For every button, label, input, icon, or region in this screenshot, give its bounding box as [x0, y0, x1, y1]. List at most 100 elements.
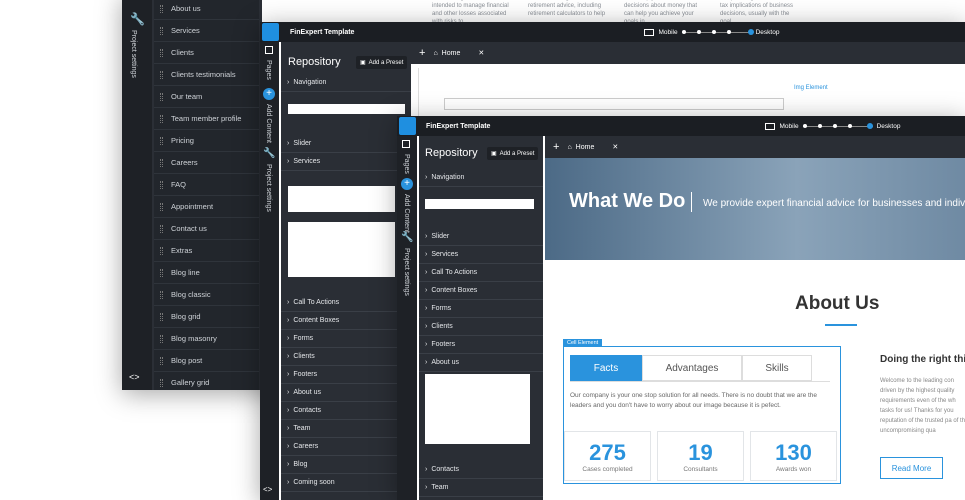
add-preset-button[interactable]: ▣ Add a Preset	[487, 147, 539, 160]
section-item[interactable]: › Footers	[419, 336, 543, 354]
img-element-label[interactable]: Img Element	[794, 85, 828, 91]
drag-handle-icon[interactable]	[160, 48, 163, 57]
navigation-thumbnail[interactable]	[288, 104, 405, 114]
page-list-item[interactable]: Careers	[154, 152, 259, 174]
section-item[interactable]: › Content Boxes	[419, 282, 543, 300]
page-list-item[interactable]: Blog classic	[154, 284, 259, 306]
wrench-icon[interactable]: 🔧	[130, 12, 145, 26]
code-icon[interactable]: <>	[263, 485, 272, 494]
page-list-item[interactable]: Blog post	[154, 350, 259, 372]
drag-handle-icon[interactable]	[160, 202, 163, 211]
rail-pages[interactable]: Pages	[265, 60, 272, 80]
page-list-item[interactable]: Clients testimonials	[154, 64, 259, 86]
drag-handle-icon[interactable]	[160, 158, 163, 167]
drag-handle-icon[interactable]	[160, 180, 163, 189]
drag-handle-icon[interactable]	[160, 246, 163, 255]
page-list-item[interactable]: Appointment	[154, 196, 259, 218]
cell-element-label[interactable]: Cell Element	[563, 339, 603, 347]
drag-handle-icon[interactable]	[160, 356, 163, 365]
section-item[interactable]: › Call To Actions	[281, 294, 411, 312]
rail-add-content[interactable]: Add Content	[265, 104, 272, 143]
page-list-item[interactable]: Services	[154, 20, 259, 42]
code-icon[interactable]: <>	[129, 372, 140, 382]
tab-facts[interactable]: Facts	[570, 355, 642, 381]
page-list-item[interactable]: Blog grid	[154, 306, 259, 328]
drag-handle-icon[interactable]	[160, 4, 163, 13]
section-item[interactable]: › Forms	[281, 330, 411, 348]
drag-handle-icon[interactable]	[160, 224, 163, 233]
page-list-item[interactable]: Our team	[154, 86, 259, 108]
pages-icon[interactable]	[402, 140, 410, 148]
wrench-icon[interactable]: 🔧	[401, 232, 413, 243]
drag-handle-icon[interactable]	[160, 312, 163, 321]
read-more-button[interactable]: Read More	[880, 457, 943, 479]
drag-handle-icon[interactable]	[160, 268, 163, 277]
about-thumbnail[interactable]	[425, 374, 530, 444]
services-thumbnail-1[interactable]	[288, 186, 395, 212]
section-item[interactable]: › Contacts	[419, 461, 543, 479]
viewport-slider[interactable]: Mobile Desktop	[644, 28, 780, 36]
add-content-icon[interactable]: +	[401, 178, 413, 190]
section-item[interactable]: › Team	[281, 420, 411, 438]
section-item[interactable]: › About us	[281, 384, 411, 402]
section-item[interactable]: › Footers	[281, 366, 411, 384]
section-item[interactable]: › Navigation	[281, 74, 411, 92]
drag-handle-icon[interactable]	[160, 334, 163, 343]
drag-handle-icon[interactable]	[160, 114, 163, 123]
section-item[interactable]: › Content Boxes	[281, 312, 411, 330]
navigation-thumbnail[interactable]	[425, 199, 534, 209]
drag-handle-icon[interactable]	[160, 290, 163, 299]
drag-handle-icon[interactable]	[160, 26, 163, 35]
tab-home[interactable]: Home	[576, 144, 595, 151]
add-content-icon[interactable]: +	[263, 88, 275, 100]
page-list-item[interactable]: Gallery grid	[154, 372, 259, 390]
section-item[interactable]: › About us	[419, 354, 543, 372]
page-list-item[interactable]: Pricing	[154, 130, 259, 152]
section-item[interactable]: › Blog	[281, 456, 411, 474]
section-item[interactable]: › Clients	[281, 348, 411, 366]
section-item[interactable]: › Call To Actions	[419, 264, 543, 282]
services-thumbnail-2[interactable]	[288, 222, 395, 277]
section-item[interactable]: › Team	[419, 479, 543, 497]
rail-pages[interactable]: Pages	[403, 154, 410, 174]
rail-project-settings[interactable]: Project settings	[130, 30, 137, 78]
page-list-item[interactable]: Clients	[154, 42, 259, 64]
drag-handle-icon[interactable]	[160, 378, 163, 387]
desktop-label[interactable]: Desktop	[756, 29, 780, 36]
section-item[interactable]: › Services	[419, 246, 543, 264]
page-list-item[interactable]: Contact us	[154, 218, 259, 240]
mobile-label[interactable]: Mobile	[779, 123, 798, 130]
section-item[interactable]: › Forms	[419, 300, 543, 318]
drag-handle-icon[interactable]	[160, 92, 163, 101]
add-tab-icon[interactable]: +	[419, 47, 425, 59]
tab-home[interactable]: Home	[442, 50, 461, 57]
page-list-item[interactable]: Blog masonry	[154, 328, 259, 350]
add-preset-button[interactable]: ▣ Add a Preset	[356, 56, 408, 69]
wrench-icon[interactable]: 🔧	[263, 148, 275, 159]
add-tab-icon[interactable]: +	[553, 141, 559, 153]
desktop-label[interactable]: Desktop	[877, 123, 901, 130]
mobile-label[interactable]: Mobile	[658, 29, 677, 36]
cell-element-box[interactable]: Cell Element Facts Advantages Skills Our…	[563, 339, 841, 484]
close-tab-icon[interactable]: ✕	[478, 49, 484, 57]
rail-add-content[interactable]: Add Content	[403, 194, 410, 233]
section-item[interactable]: › Services	[281, 153, 411, 171]
section-item[interactable]: › Navigation	[419, 169, 543, 187]
section-item[interactable]: › Careers	[281, 438, 411, 456]
close-tab-icon[interactable]: ✕	[612, 143, 618, 151]
page-list-item[interactable]: About us	[154, 0, 259, 20]
viewport-slider[interactable]: Mobile Desktop	[765, 122, 901, 130]
rail-project-settings[interactable]: Project settings	[403, 248, 410, 296]
tab-advantages[interactable]: Advantages	[642, 355, 742, 381]
drag-handle-icon[interactable]	[160, 70, 163, 79]
drag-handle-icon[interactable]	[160, 136, 163, 145]
tab-skills[interactable]: Skills	[742, 355, 812, 381]
section-item[interactable]: › Clients	[419, 318, 543, 336]
page-list-item[interactable]: FAQ	[154, 174, 259, 196]
page-list-item[interactable]: Team member profile	[154, 108, 259, 130]
section-item[interactable]: › Slider	[281, 135, 411, 153]
page-list-item[interactable]: Extras	[154, 240, 259, 262]
pages-icon[interactable]	[265, 46, 273, 54]
section-item[interactable]: › Coming soon	[281, 474, 411, 492]
section-item[interactable]: › Contacts	[281, 402, 411, 420]
